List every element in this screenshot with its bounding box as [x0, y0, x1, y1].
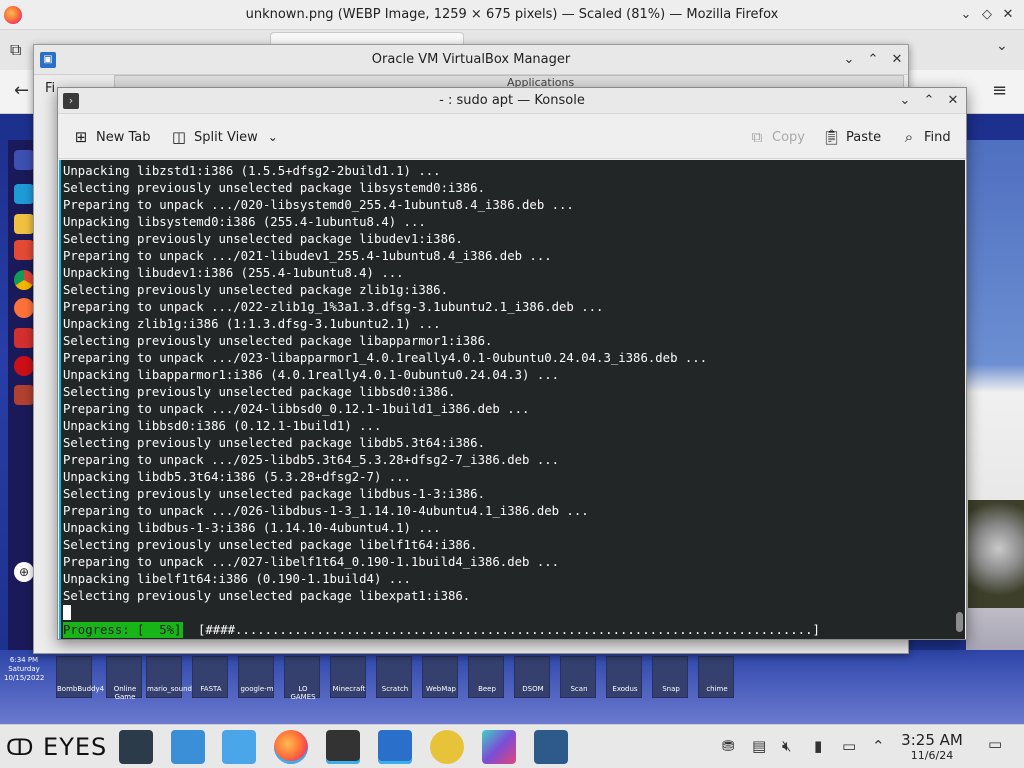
close-icon[interactable]: ✕: [944, 92, 962, 110]
battery-icon[interactable]: ▮: [814, 737, 822, 755]
konsole-window: › - : sudo apt — Konsole ⌄ ⌃ ✕ ⊞ New Tab…: [57, 87, 967, 640]
chevron-down-icon: ⌄: [267, 130, 278, 144]
taskbar: ↀ EYES ⛃ ▤ 🔇︎ ▮ ▭ ⌃ 3:25 AM 11/6/24 ▭: [0, 724, 1024, 768]
maximize-icon[interactable]: ⌃: [864, 51, 882, 69]
koala-photo: [968, 500, 1024, 608]
split-view-button[interactable]: ◫ Split View ⌄: [170, 125, 282, 149]
tab-list-icon[interactable]: ⧉: [10, 40, 21, 60]
scrollbar[interactable]: [956, 612, 963, 632]
volume-muted-icon[interactable]: 🔇︎: [782, 737, 791, 755]
search-icon: ⌕: [904, 128, 914, 146]
virtualbox-title: Oracle VM VirtualBox Manager: [371, 52, 571, 67]
new-tab-button[interactable]: ⊞ New Tab: [72, 125, 151, 149]
network-icon[interactable]: ▭: [842, 737, 856, 755]
desktop-shortcut: Snap: [652, 656, 688, 698]
desktop-shortcut: Minecraft: [330, 656, 366, 698]
desktop-shortcut: DSOM: [514, 656, 550, 698]
desktop-shortcut: Scratch: [376, 656, 412, 698]
maximize-icon[interactable]: ◇: [978, 6, 996, 24]
virtualbox-icon[interactable]: [378, 730, 412, 764]
file-manager-icon[interactable]: [222, 730, 256, 764]
minimize-icon[interactable]: ⌄: [957, 6, 975, 24]
virtualbox-titlebar: ▣ Oracle VM VirtualBox Manager ⌄ ⌃ ✕: [34, 45, 908, 75]
hamburger-menu-icon[interactable]: ≡: [992, 80, 1007, 101]
clock[interactable]: 3:25 AM 11/6/24: [892, 731, 972, 762]
paste-button[interactable]: 📋︎ Paste: [822, 125, 881, 149]
firefox-icon[interactable]: [274, 730, 308, 764]
terminal-cursor: [63, 605, 71, 620]
split-view-icon: ◫: [171, 128, 187, 146]
back-icon[interactable]: ←: [14, 80, 29, 101]
kdenlive-icon[interactable]: [482, 730, 516, 764]
image-right-panel: [966, 140, 1024, 700]
desktop-shortcut: mario_sounds: [146, 656, 196, 698]
konsole-titlebar: › - : sudo apt — Konsole ⌄ ⌃ ✕: [58, 88, 966, 114]
copy-button[interactable]: ⧉ Copy: [748, 125, 805, 149]
show-desktop-icon[interactable]: ▭: [988, 735, 1002, 753]
desktop-shortcut: Exodus: [606, 656, 642, 698]
image-app-icon: [14, 150, 34, 170]
image-clock: 6:34 PM Saturday 10/15/2022: [4, 656, 45, 682]
desktop-shortcut: google-m: [238, 656, 274, 698]
folder-icon: [14, 214, 34, 234]
desktop-shortcut: WebMap: [422, 656, 458, 698]
maximize-icon[interactable]: ⌃: [920, 92, 938, 110]
find-button[interactable]: ⌕ Find: [900, 125, 951, 149]
minimize-icon[interactable]: ⌄: [840, 51, 858, 69]
edge-icon: [14, 184, 34, 204]
terminal-text: Unpacking libzstd1:i386 (1.5.5+dfsg2-2bu…: [63, 164, 708, 603]
clipboard-icon[interactable]: ▤: [752, 737, 766, 755]
copy-icon: ⧉: [751, 128, 763, 146]
app-icon: [14, 240, 34, 260]
quake-icon: [14, 328, 34, 348]
system-settings-icon[interactable]: [119, 730, 153, 764]
desktop-shortcut: Scan: [560, 656, 596, 698]
zoom-icon[interactable]: ⊕: [14, 562, 34, 582]
game-icon: [14, 385, 34, 405]
wine-icon[interactable]: [430, 730, 464, 764]
desktop-shortcut: LO GAMES: [284, 656, 320, 701]
app-launcher[interactable]: ↀ EYES: [6, 733, 107, 761]
close-icon[interactable]: ✕: [888, 51, 906, 69]
minimize-icon[interactable]: ⌄: [896, 92, 914, 110]
desktop-shortcut: BombBuddy4: [56, 656, 104, 698]
chrome-icon: [14, 270, 34, 290]
close-icon[interactable]: ✕: [999, 6, 1017, 24]
konsole-title: - : sudo apt — Konsole: [439, 93, 585, 108]
progress-bar: [####...................................…: [198, 623, 820, 637]
package-updates-icon[interactable]: ⛃: [722, 737, 735, 755]
terminal-output[interactable]: Unpacking libzstd1:i386 (1.5.5+dfsg2-2bu…: [59, 160, 965, 639]
desktop-shortcut: chime: [698, 656, 734, 698]
discover-store-icon[interactable]: [171, 730, 205, 764]
opera-icon: [14, 356, 34, 376]
chevron-down-icon[interactable]: ⌄: [996, 38, 1008, 54]
konsole-icon[interactable]: [326, 730, 360, 764]
desktop-shortcut: FASTA: [192, 656, 228, 698]
paste-icon: 📋︎: [822, 128, 842, 146]
firefox-window-title: unknown.png (WEBP Image, 1259 × 675 pixe…: [245, 7, 779, 22]
tool-icon[interactable]: [534, 730, 568, 764]
desktop-shortcut: Beep: [468, 656, 504, 698]
new-tab-icon: ⊞: [74, 128, 88, 146]
firefox-titlebar: unknown.png (WEBP Image, 1259 × 675 pixe…: [0, 0, 1024, 30]
chevron-up-icon[interactable]: ⌃: [872, 737, 885, 755]
progress-label: Progress: [ 5%]: [63, 622, 184, 638]
eyes-logo-icon: ↀ: [6, 736, 35, 761]
firefox-icon: [14, 298, 34, 318]
konsole-toolbar: ⊞ New Tab ◫ Split View ⌄ ⧉ Copy 📋︎ Paste…: [58, 115, 966, 159]
file-menu[interactable]: Fi: [45, 81, 55, 96]
desktop-shortcut: Online Game: [106, 656, 142, 701]
